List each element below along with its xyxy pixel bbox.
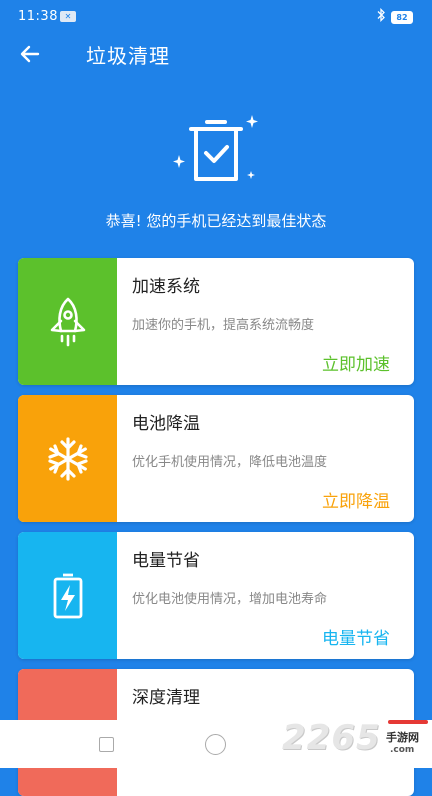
power-saving-card[interactable]: 电量节省 优化电池使用情况，增加电池寿命 电量节省	[18, 532, 414, 659]
watermark-site-name: 手游网	[386, 731, 419, 744]
speed-up-button[interactable]: 立即加速	[322, 350, 390, 375]
back-arrow-icon[interactable]	[18, 42, 42, 66]
watermark-accent	[388, 720, 428, 724]
app-bar: 垃圾清理	[0, 32, 432, 76]
card-icon-panel	[18, 532, 117, 659]
cool-down-card[interactable]: 电池降温 优化手机使用情况，降低电池温度 立即降温	[18, 395, 414, 522]
card-icon-panel	[18, 258, 117, 385]
notification-icon: ✕	[60, 11, 76, 22]
card-title: 电池降温	[132, 414, 200, 434]
status-time: 11:38	[18, 9, 58, 24]
cool-down-button[interactable]: 立即降温	[322, 487, 390, 512]
card-title: 电量节省	[132, 551, 200, 571]
page-title: 垃圾清理	[86, 44, 170, 68]
battery-charging-icon	[53, 573, 82, 618]
trash-check-icon	[173, 115, 258, 181]
status-message: 恭喜! 您的手机已经达到最佳状态	[105, 212, 327, 230]
card-description: 优化手机使用情况，降低电池温度	[132, 455, 328, 470]
home-button[interactable]	[205, 734, 226, 755]
status-bar: 11:38 ✕ 82	[0, 0, 432, 32]
card-title: 深度清理	[132, 688, 200, 708]
card-description: 加速你的手机，提高系统流畅度	[132, 318, 315, 333]
bluetooth-icon	[377, 8, 385, 22]
rocket-icon	[50, 297, 85, 346]
card-title: 加速系统	[132, 277, 200, 297]
card-description: 优化电池使用情况，增加电池寿命	[132, 592, 328, 607]
watermark-logo: 2265 手游网 .com	[282, 716, 432, 762]
power-saving-button[interactable]: 电量节省	[322, 624, 390, 649]
battery-indicator: 82	[391, 11, 413, 24]
watermark-number: 2265	[282, 718, 381, 758]
speed-up-card[interactable]: 加速系统 加速你的手机，提高系统流畅度 立即加速	[18, 258, 414, 385]
recent-apps-button[interactable]	[99, 737, 114, 752]
snowflake-icon	[47, 436, 88, 481]
watermark-domain: .com	[390, 745, 415, 755]
card-icon-panel	[18, 395, 117, 522]
